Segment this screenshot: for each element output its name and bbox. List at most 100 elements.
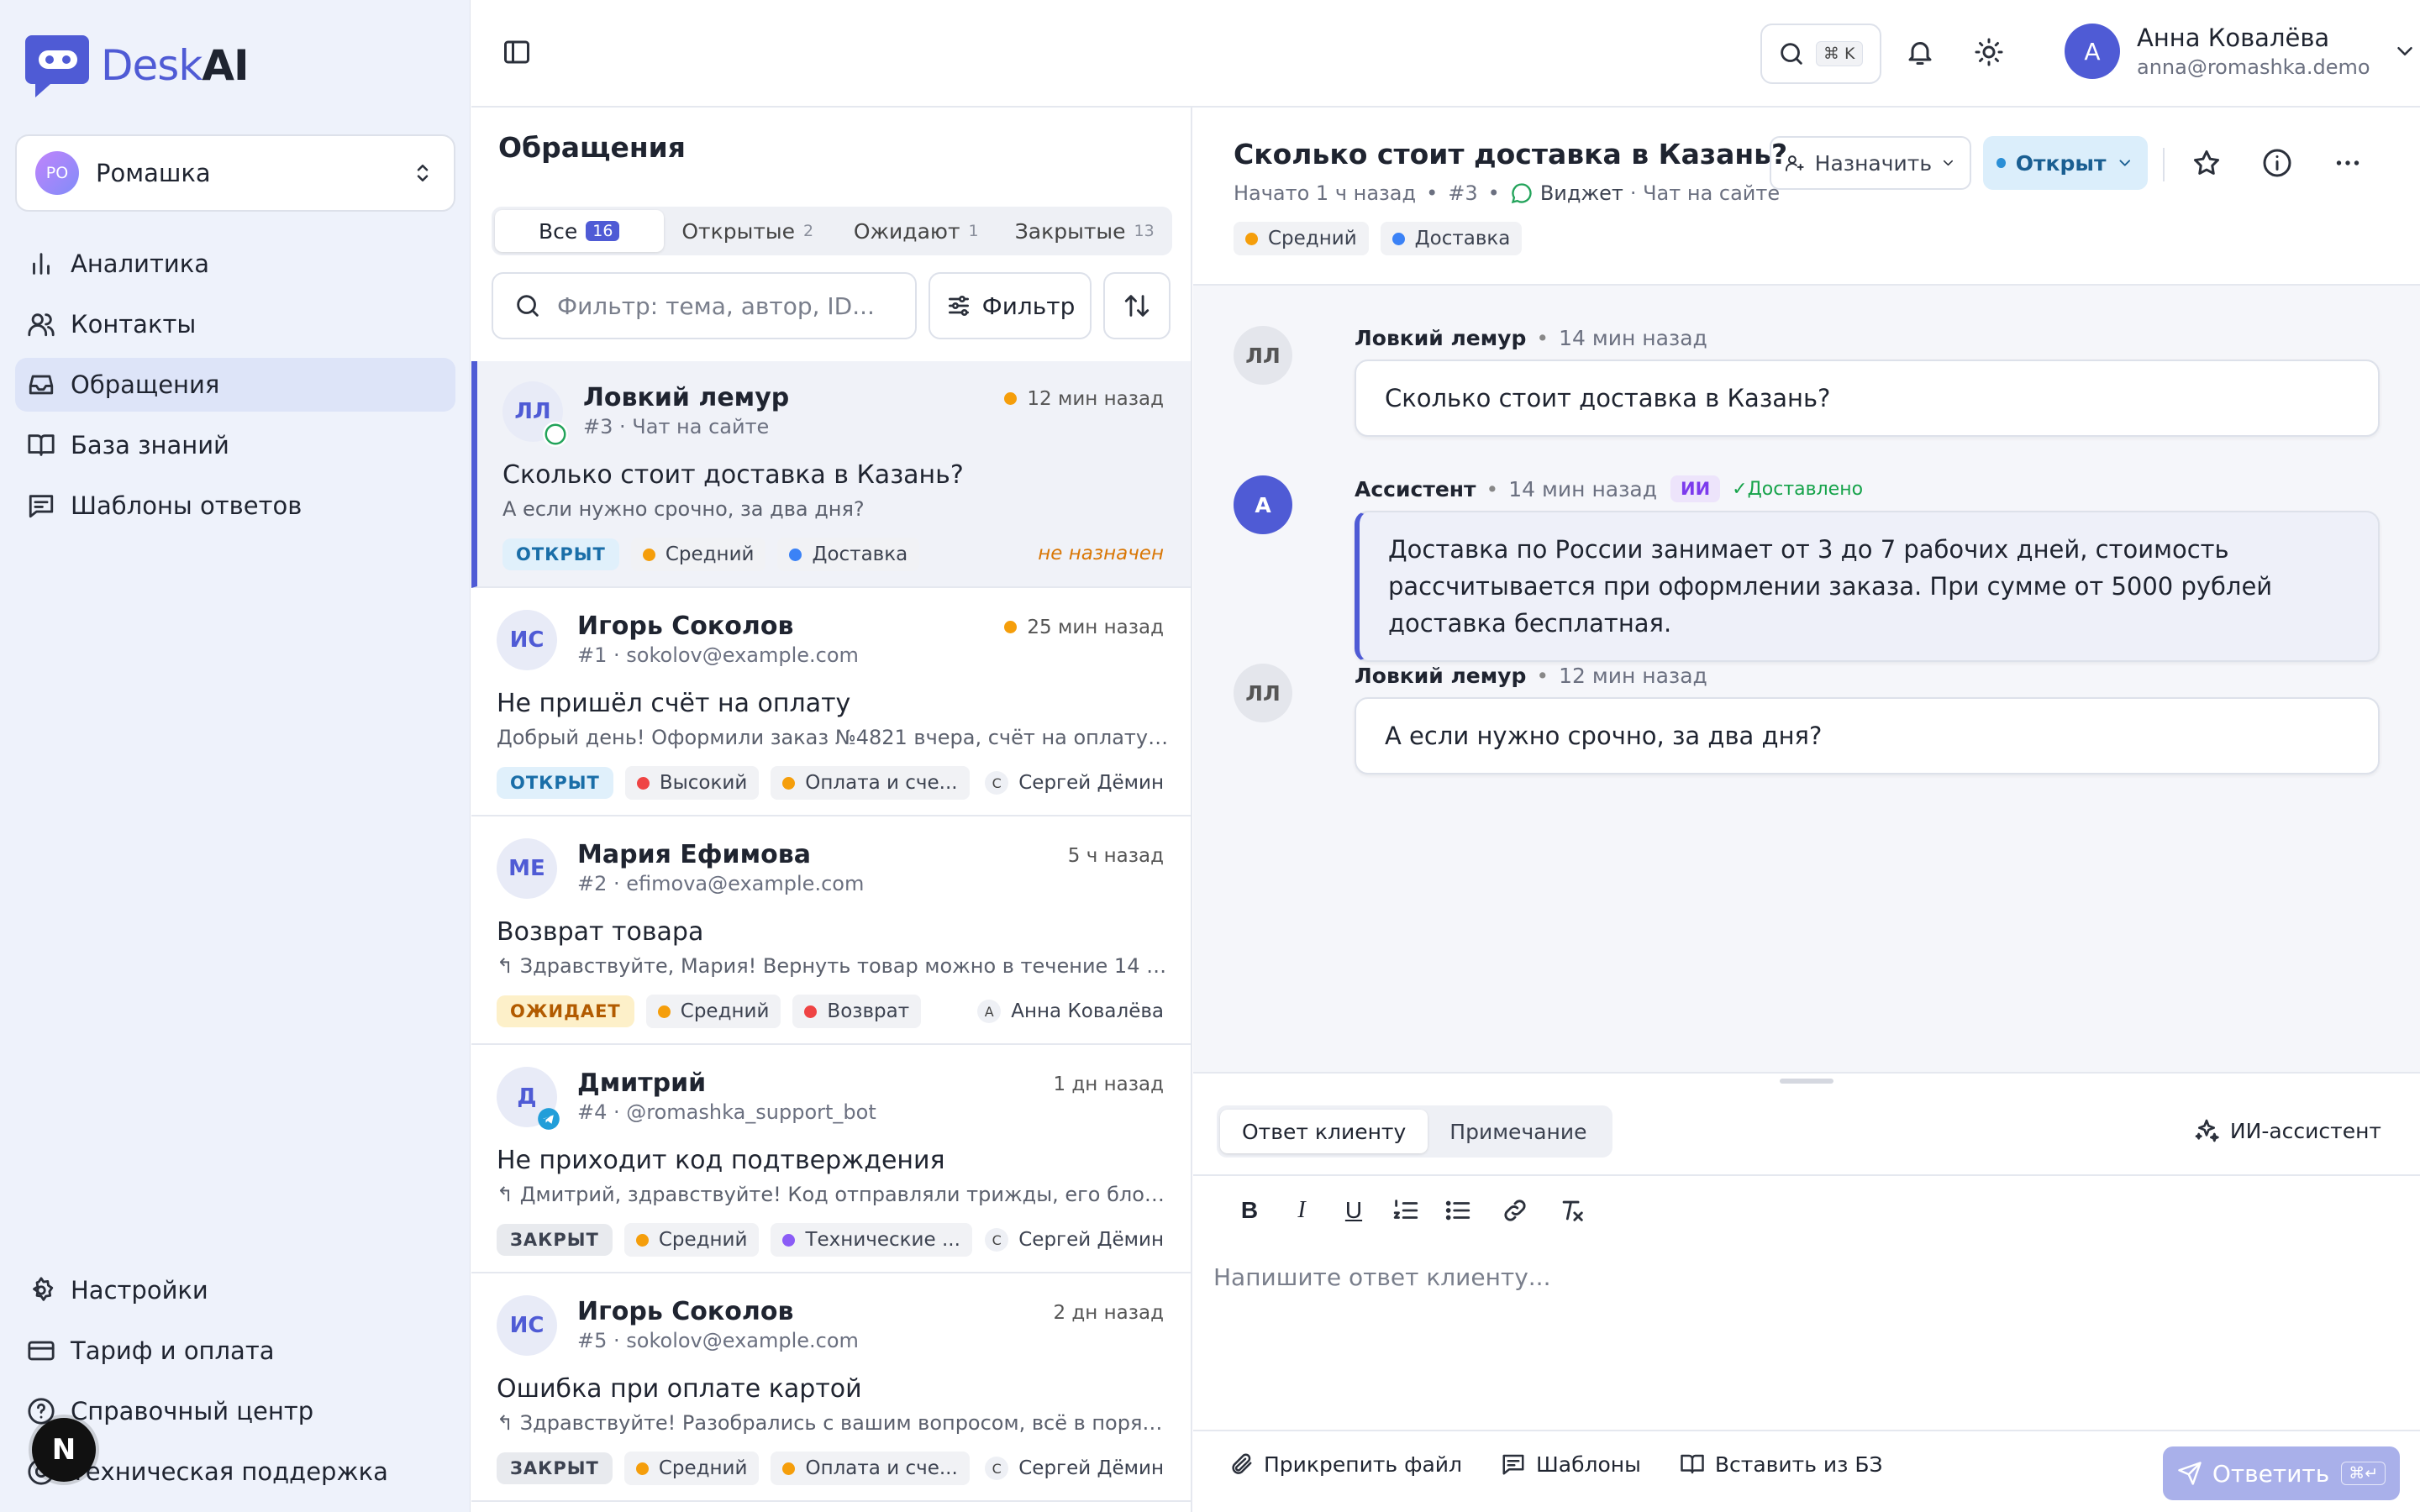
ticket-tags: ЗАКРЫТ Средний Оплата и сче... [497, 1452, 981, 1485]
message-bubble-ai: Доставка по России занимает от 3 до 7 ра… [1355, 511, 2380, 662]
user-name: Анна Ковалёва [2137, 24, 2330, 52]
send-icon [2178, 1462, 2202, 1485]
avatar-initials: ЛЛ [1245, 680, 1281, 706]
ticket-id: #4 [577, 1100, 608, 1124]
bold-button[interactable]: B [1223, 1197, 1276, 1224]
tab-reply[interactable]: Ответ клиенту [1220, 1110, 1428, 1153]
ticket-assignee: С Сергей Дёмин [985, 1228, 1164, 1252]
ticket-preview: Добрый день! Оформили заказ №4821 вчера,… [497, 726, 1169, 749]
message-header: Ловкий лемур • 12 мин назад [1355, 664, 1707, 688]
insert-kb-label: Вставить из БЗ [1714, 1452, 1883, 1477]
ticket-row[interactable]: МЕ Мария Ефимова #2 · efimova@example.co… [471, 818, 1191, 1045]
ticket-channel-sub: · Чат на сайте [1629, 181, 1781, 205]
sidebar-toggle-button[interactable] [502, 37, 535, 71]
search-button[interactable]: ⌘ K [1760, 24, 1881, 84]
underline-button[interactable]: U [1328, 1197, 1380, 1224]
favorite-button[interactable] [2191, 148, 2222, 181]
book-icon [1681, 1454, 1704, 1474]
ticket-time: 12 мин назад [1004, 388, 1164, 410]
search-icon [1781, 43, 1802, 65]
org-name: Ромашка [96, 159, 211, 187]
ticket-subject: Сколько стоит доставка в Казань? [502, 460, 964, 490]
tab-count: 16 [586, 221, 620, 241]
bullet-list-icon[interactable] [1444, 1196, 1472, 1225]
attach-file-button[interactable]: Прикрепить файл [1228, 1452, 1462, 1477]
ticket-row[interactable]: ЛЛ Ловкий лемур #3 · Чат на сайте 12 мин… [471, 361, 1191, 588]
priority-dot [636, 776, 650, 790]
floating-badge-label: N [51, 1433, 76, 1467]
priority-dot [1245, 232, 1258, 245]
sort-icon [1124, 295, 1150, 317]
notifications-button[interactable] [1905, 37, 1935, 71]
nav-item-analytics[interactable]: Аналитика [15, 237, 455, 291]
tab-waiting[interactable]: Ожидают 1 [832, 210, 1001, 252]
assignee-label: не назначен [1038, 543, 1164, 564]
assignee-label: Сергей Дёмин [1018, 1457, 1164, 1479]
ticket-time: 25 мин назад [1004, 617, 1164, 638]
filter-input[interactable]: Фильтр: тема, автор, ID... [492, 272, 917, 339]
reply-input[interactable]: Напишите ответ клиенту... [1213, 1260, 2400, 1394]
ai-assistant-button[interactable]: ИИ-ассистент [2193, 1117, 2381, 1144]
priority-label: Средний [658, 1229, 748, 1251]
nav-item-knowledge-base[interactable]: База знаний [15, 418, 455, 472]
avatar-initials: Д [517, 1084, 537, 1110]
tab-note[interactable]: Примечание [1428, 1110, 1608, 1153]
nav-item-billing[interactable]: Тариф и оплата [15, 1324, 455, 1378]
logo-icon [25, 32, 92, 99]
tab-closed[interactable]: Закрытые 13 [1001, 210, 1170, 252]
italic-button[interactable]: I [1276, 1197, 1328, 1224]
link-icon[interactable] [1501, 1196, 1529, 1225]
category-tag: Возврат [792, 995, 922, 1028]
more-button[interactable] [2333, 148, 2363, 181]
reply-composer: Ответ клиенту Примечание ИИ-ассистент B … [1193, 1072, 2420, 1512]
formatting-toolbar: B I U [1223, 1196, 1598, 1225]
tab-count: 1 [968, 222, 979, 240]
user-menu[interactable]: А Анна Ковалёва anna@romashka.demo [2065, 24, 2417, 79]
theme-toggle-button[interactable] [1974, 37, 2004, 71]
ordered-list-icon[interactable] [1392, 1196, 1420, 1225]
sidebar-toggle-icon [504, 40, 529, 64]
info-button[interactable] [2262, 148, 2292, 181]
status-dot [1996, 158, 2006, 168]
sparkles-icon [2195, 1119, 2219, 1142]
floating-badge[interactable]: N [32, 1418, 96, 1482]
category-tag: Технические ... [771, 1223, 972, 1257]
tab-count: 2 [803, 222, 814, 240]
insert-kb-button[interactable]: Вставить из БЗ [1680, 1452, 1883, 1477]
priority-dot [635, 1233, 649, 1247]
category-label: Возврат [827, 1000, 910, 1022]
tab-label: Ожидают [853, 218, 960, 244]
chat-channel-icon [1511, 183, 1532, 204]
ticket-row[interactable]: Д Дмитрий #4 · @romashka_support_bot 1 д… [471, 1047, 1191, 1273]
send-button[interactable]: Ответить ⌘↵ [2163, 1446, 2400, 1500]
ticket-row[interactable]: ИС Игорь Соколов #5 · sokolov@example.co… [471, 1275, 1191, 1502]
avatar-initials: МЕ [508, 856, 545, 881]
ticket-row[interactable]: ИС Игорь Соколов #1 · sokolov@example.co… [471, 590, 1191, 816]
composer-footer: Прикрепить файл Шаблоны Вставить из БЗ [1228, 1452, 1883, 1477]
main-nav: Аналитика Контакты Обращения База знаний… [15, 237, 455, 539]
nav-item-settings[interactable]: Настройки [15, 1263, 455, 1317]
sidebar: DeskAI РО Ромашка Аналитика Контакты Обр… [0, 0, 471, 1512]
nav-item-contacts[interactable]: Контакты [15, 297, 455, 351]
tab-open[interactable]: Открытые 2 [664, 210, 833, 252]
nav-item-tickets[interactable]: Обращения [15, 358, 455, 412]
ticket-detail-panel: Сколько стоит доставка в Казань? Начато … [1193, 108, 2420, 1512]
resize-handle[interactable] [1780, 1079, 1833, 1084]
nav-item-templates[interactable]: Шаблоны ответов [15, 479, 455, 533]
logo[interactable]: DeskAI [25, 32, 250, 99]
templates-button[interactable]: Шаблоны [1501, 1452, 1641, 1477]
message-square-icon [29, 495, 54, 518]
tab-all[interactable]: Все 16 [495, 210, 664, 252]
ticket-meta: #3 · Чат на сайте [583, 415, 770, 438]
filter-button[interactable]: Фильтр [929, 272, 1092, 339]
users-icon [28, 313, 55, 337]
ticket-time-label: 5 ч назад [1067, 845, 1164, 867]
nav-label: Тариф и оплата [71, 1336, 275, 1365]
sort-button[interactable] [1103, 272, 1171, 339]
page-title: Обращения [498, 131, 686, 164]
org-switcher[interactable]: РО Ромашка [15, 134, 455, 212]
clear-format-icon[interactable] [1558, 1196, 1586, 1225]
status-dropdown[interactable]: Открыт [1983, 136, 2148, 190]
avatar: ЛЛ [502, 381, 568, 447]
assign-button[interactable]: Назначить [1770, 136, 1971, 190]
